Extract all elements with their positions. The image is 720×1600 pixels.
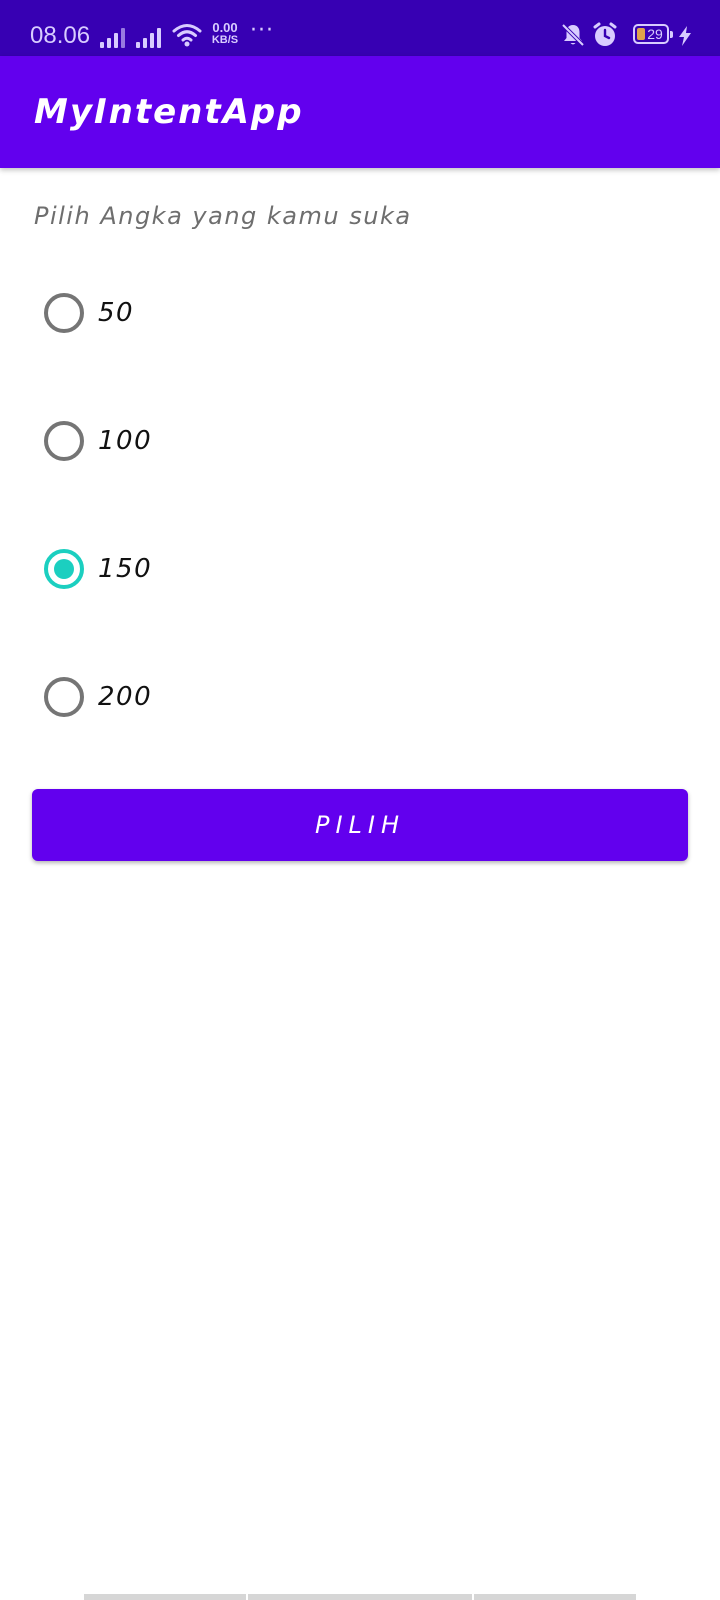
gesture-bar[interactable] bbox=[474, 1594, 636, 1600]
gesture-bar[interactable] bbox=[248, 1594, 472, 1600]
radio-label: 50 bbox=[98, 298, 135, 328]
radio-option-200[interactable]: 200 bbox=[34, 633, 686, 761]
radio-option-50[interactable]: 50 bbox=[34, 249, 686, 377]
screen: 08.06 0.00 KB/S ··· 29 MyIntentApp Pilih… bbox=[0, 0, 720, 1600]
status-time: 08.06 bbox=[30, 22, 91, 49]
battery-level: 29 bbox=[647, 26, 663, 42]
radio-option-150[interactable]: 150 bbox=[34, 505, 686, 633]
prompt-label: Pilih Angka yang kamu suka bbox=[34, 202, 412, 230]
number-radio-group: 50 100 150 200 bbox=[34, 249, 686, 761]
alarm-icon bbox=[593, 22, 617, 46]
app-bar: MyIntentApp bbox=[0, 56, 720, 168]
radio-label: 100 bbox=[98, 426, 153, 456]
signal-icon bbox=[136, 26, 166, 48]
bell-muted-icon bbox=[561, 23, 585, 47]
radio-button[interactable] bbox=[44, 421, 84, 461]
radio-label: 200 bbox=[98, 682, 153, 712]
net-speed-unit: KB/S bbox=[211, 34, 239, 46]
signal-icon bbox=[100, 26, 130, 48]
app-title: MyIntentApp bbox=[34, 92, 304, 132]
radio-dot bbox=[54, 559, 74, 579]
charging-icon bbox=[679, 26, 691, 46]
radio-button[interactable] bbox=[44, 677, 84, 717]
gesture-bar[interactable] bbox=[84, 1594, 246, 1600]
net-speed: 0.00 KB/S bbox=[208, 20, 242, 46]
more-notifications-indicator: ··· bbox=[250, 18, 274, 43]
wifi-icon bbox=[172, 24, 202, 47]
battery-icon: 29 bbox=[633, 24, 673, 44]
net-speed-value: 0.00 bbox=[212, 20, 238, 35]
pilih-button[interactable]: PILIH bbox=[32, 789, 688, 861]
radio-option-100[interactable]: 100 bbox=[34, 377, 686, 505]
radio-label: 150 bbox=[98, 554, 153, 584]
radio-button[interactable] bbox=[44, 293, 84, 333]
status-bar: 08.06 0.00 KB/S ··· 29 bbox=[0, 0, 720, 56]
radio-button-checked[interactable] bbox=[44, 549, 84, 589]
